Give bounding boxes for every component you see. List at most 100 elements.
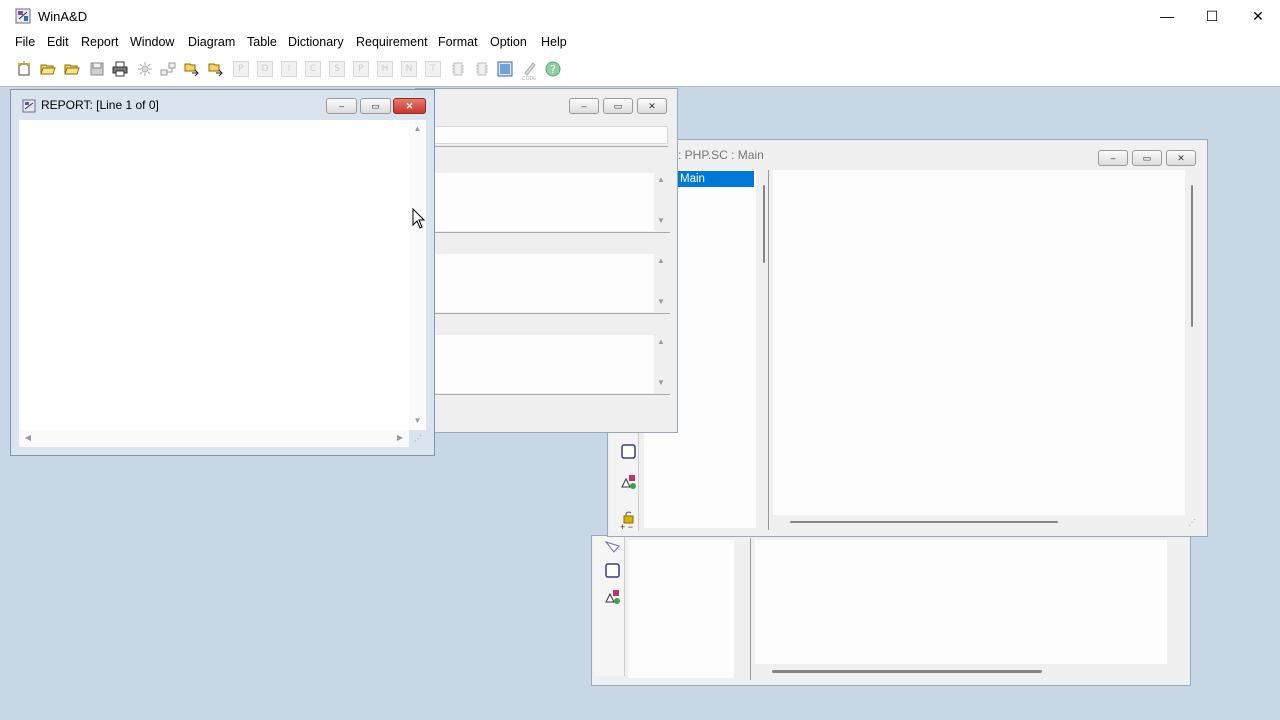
scroll-left-arrow-icon[interactable]: ◀: [23, 433, 33, 442]
rect-tool-icon[interactable]: [604, 562, 622, 580]
back-diagram-window[interactable]: [591, 535, 1191, 686]
folder-export-icon[interactable]: [208, 61, 224, 77]
scroll-up-arrow-icon[interactable]: ▲: [654, 256, 668, 265]
scroll-up-arrow-icon[interactable]: ▲: [654, 337, 668, 346]
save-icon[interactable]: [89, 61, 105, 77]
scroll-right-arrow-icon[interactable]: ▶: [395, 433, 405, 442]
close-button[interactable]: ✕: [1235, 0, 1280, 32]
report-v-scrollbar[interactable]: ▲ ▼: [409, 120, 426, 430]
back-tool-palette: [594, 536, 625, 676]
shapes-tool-icon[interactable]: [604, 588, 622, 606]
arrow-tool-icon[interactable]: [604, 540, 622, 554]
disabled-n-button[interactable]: N: [401, 61, 417, 77]
maximize-button[interactable]: ☐: [1189, 0, 1235, 32]
diagram-restore-button[interactable]: ▭: [1132, 150, 1162, 166]
middle-text-area-1[interactable]: [434, 173, 654, 231]
middle-window[interactable]: – ▭ ✕ ▲ ▼ ▲ ▼ ▲ ▼: [415, 88, 678, 433]
folder-arrow-icon[interactable]: [184, 61, 200, 77]
diagram-v-scrollbar[interactable]: [1191, 185, 1193, 327]
toolbar: P D I C S P H N T CODE ?: [0, 52, 1280, 87]
disabled-s-button[interactable]: S: [329, 61, 345, 77]
help-icon[interactable]: ?: [545, 61, 561, 77]
resize-grip-icon[interactable]: ⋰: [414, 434, 422, 443]
middle-divider: [434, 313, 670, 314]
module-icon[interactable]: [450, 61, 466, 77]
resize-grip-icon[interactable]: ⋰: [1188, 518, 1196, 527]
menu-dictionary[interactable]: Dictionary: [288, 35, 344, 49]
minimize-button[interactable]: —: [1144, 0, 1190, 32]
middle-name-field[interactable]: [434, 126, 668, 144]
help-glyph: ?: [550, 63, 556, 76]
middle-divider: [434, 394, 670, 395]
rect-tool-icon[interactable]: [620, 443, 638, 461]
zoom-controls-icon[interactable]: + −: [620, 522, 633, 532]
disabled-t-button[interactable]: T: [425, 61, 441, 77]
code-pen-icon[interactable]: [521, 61, 537, 77]
app-logo-icon: [15, 8, 31, 24]
diagram-window-titlebar[interactable]: : PHP.SC : Main – ▭ ✕: [608, 140, 1207, 170]
disabled-p2-button[interactable]: P: [353, 61, 369, 77]
report-window-title: REPORT: [Line 1 of 0]: [41, 98, 159, 112]
disabled-c-button[interactable]: C: [305, 61, 321, 77]
menu-option[interactable]: Option: [490, 35, 527, 49]
menu-diagram[interactable]: Diagram: [188, 35, 235, 49]
scroll-down-arrow-icon[interactable]: ▼: [654, 378, 668, 387]
diagram-minimize-button[interactable]: –: [1098, 150, 1128, 166]
scroll-down-arrow-icon[interactable]: ▼: [654, 297, 668, 306]
middle-divider: [434, 232, 670, 233]
scroll-down-arrow-icon[interactable]: ▼: [654, 216, 668, 225]
back-h-scrollbar[interactable]: [772, 670, 1042, 673]
disabled-i-button[interactable]: I: [281, 61, 297, 77]
print-icon[interactable]: [112, 61, 128, 77]
menu-report[interactable]: Report: [81, 35, 119, 49]
disabled-d-button[interactable]: D: [257, 61, 273, 77]
diagram-splitter[interactable]: [768, 170, 769, 530]
tree-v-scrollbar[interactable]: [763, 185, 765, 263]
report-close-button[interactable]: ✕: [393, 98, 426, 114]
hierarchy-icon[interactable]: [160, 61, 176, 77]
report-window-icon: [22, 99, 36, 113]
mouse-cursor-icon: [412, 208, 426, 229]
middle-divider: [434, 146, 668, 147]
shapes-tool-icon[interactable]: [620, 473, 638, 491]
report-h-scrollbar[interactable]: ◀ ▶: [19, 430, 409, 447]
diagram-window[interactable]: : PHP.SC : Main – ▭ ✕ + − Main ⋰: [607, 139, 1208, 537]
code-label: CODE: [522, 76, 537, 82]
tree-item-main[interactable]: Main: [678, 171, 754, 187]
back-splitter[interactable]: [750, 538, 751, 680]
scroll-down-arrow-icon[interactable]: ▼: [409, 416, 426, 425]
report-text-area[interactable]: [19, 120, 409, 430]
report-window[interactable]: REPORT: [Line 1 of 0] – ▭ ✕ ▲ ▼ ◀ ▶ ⋰: [10, 89, 435, 456]
report-restore-button[interactable]: ▭: [360, 98, 391, 114]
menu-file[interactable]: File: [15, 35, 35, 49]
screen-icon[interactable]: [497, 61, 513, 77]
menu-window[interactable]: Window: [130, 35, 174, 49]
new-icon[interactable]: [16, 61, 32, 77]
menu-requirement[interactable]: Requirement: [356, 35, 428, 49]
diagram-close-button[interactable]: ✕: [1166, 150, 1196, 166]
scroll-up-arrow-icon[interactable]: ▲: [654, 175, 668, 184]
open-folder-icon[interactable]: [40, 61, 56, 77]
menu-format[interactable]: Format: [438, 35, 478, 49]
settings-sun-icon[interactable]: [137, 61, 153, 77]
menu-bar: File Edit Report Window Diagram Table Di…: [0, 32, 1280, 52]
back-tree-pane[interactable]: [628, 540, 734, 678]
middle-restore-button[interactable]: ▭: [603, 98, 633, 114]
diagram-canvas[interactable]: [773, 170, 1185, 515]
middle-text-area-3[interactable]: [434, 335, 654, 393]
middle-text-area-2[interactable]: [434, 254, 654, 312]
middle-close-button[interactable]: ✕: [637, 98, 667, 114]
scroll-up-arrow-icon[interactable]: ▲: [409, 124, 426, 133]
component-icon[interactable]: [474, 61, 490, 77]
middle-minimize-button[interactable]: –: [569, 98, 599, 114]
back-canvas[interactable]: [755, 540, 1167, 664]
menu-edit[interactable]: Edit: [47, 35, 69, 49]
diagram-h-scrollbar[interactable]: [790, 521, 1058, 523]
open-folder-alt-icon[interactable]: [64, 61, 80, 77]
disabled-h-button[interactable]: H: [377, 61, 393, 77]
menu-help[interactable]: Help: [541, 35, 567, 49]
menu-table[interactable]: Table: [247, 35, 277, 49]
report-window-titlebar[interactable]: REPORT: [Line 1 of 0] – ▭ ✕: [11, 90, 434, 120]
disabled-p-button[interactable]: P: [233, 61, 249, 77]
report-minimize-button[interactable]: –: [326, 98, 357, 114]
